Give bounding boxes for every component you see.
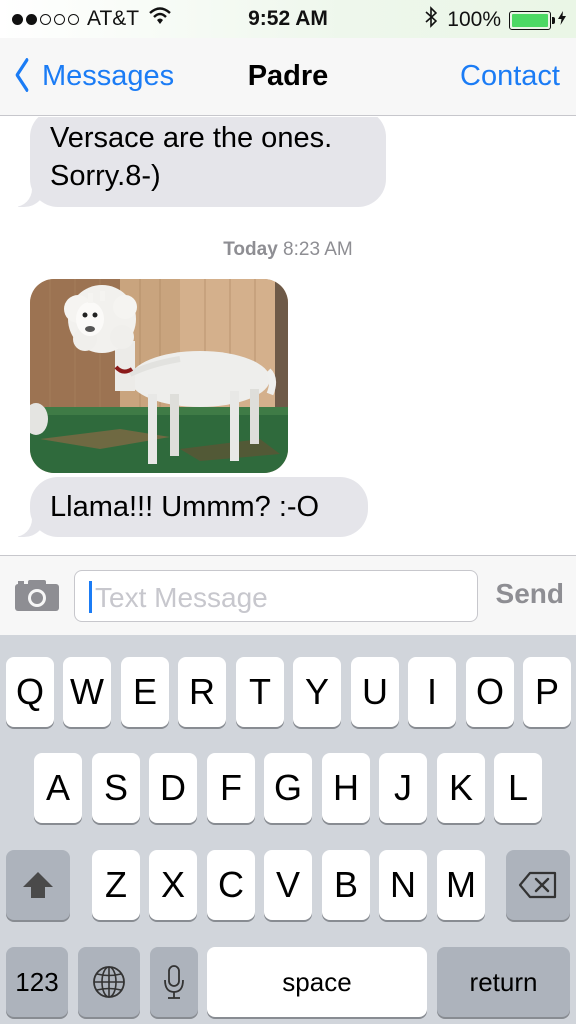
charging-icon: [558, 10, 566, 30]
shift-icon: [23, 872, 53, 898]
key-z[interactable]: Z: [92, 850, 140, 920]
message-input[interactable]: Text Message: [74, 570, 478, 622]
status-right: 100%: [425, 6, 566, 34]
battery-percent: 100%: [447, 8, 501, 31]
keyboard: Q W E R T Y U I O P A S D F G H J K L Z …: [0, 635, 576, 1024]
key-a[interactable]: A: [34, 753, 82, 823]
key-w[interactable]: W: [63, 657, 111, 727]
timestamp-day: Today: [223, 239, 278, 260]
incoming-message-bubble[interactable]: Llama!!! Ummm? :-O: [30, 477, 368, 537]
battery-icon: [509, 10, 555, 30]
image-attachment[interactable]: [30, 279, 288, 473]
key-p[interactable]: P: [523, 657, 571, 727]
contact-button[interactable]: Contact: [460, 60, 560, 93]
delete-key[interactable]: [506, 850, 570, 920]
message-timestamp: Today 8:23 AM: [0, 239, 576, 261]
numbers-key[interactable]: 123: [6, 947, 68, 1017]
key-b[interactable]: B: [322, 850, 370, 920]
globe-key[interactable]: [78, 947, 140, 1017]
camera-button[interactable]: [14, 578, 60, 612]
key-q[interactable]: Q: [6, 657, 54, 727]
chevron-left-icon: [15, 58, 29, 94]
space-key[interactable]: space: [207, 947, 427, 1017]
timestamp-time: 8:23 AM: [283, 239, 353, 260]
message-text-line: Versace are the ones.: [50, 122, 333, 154]
dictation-key[interactable]: [150, 947, 198, 1017]
back-label: Messages: [42, 59, 175, 92]
key-x[interactable]: X: [149, 850, 197, 920]
return-key[interactable]: return: [437, 947, 570, 1017]
bluetooth-icon: [425, 6, 438, 34]
key-h[interactable]: H: [322, 753, 370, 823]
key-n[interactable]: N: [379, 850, 427, 920]
key-i[interactable]: I: [408, 657, 456, 727]
backspace-icon: [518, 871, 557, 899]
key-r[interactable]: R: [178, 657, 226, 727]
back-button[interactable]: Messages: [12, 58, 174, 94]
key-u[interactable]: U: [351, 657, 399, 727]
message-input-placeholder: Text Message: [95, 582, 268, 613]
key-m[interactable]: M: [437, 850, 485, 920]
llama-photo: [30, 279, 288, 473]
message-text-line: Sorry.8-): [50, 160, 161, 192]
shift-key[interactable]: [6, 850, 70, 920]
key-s[interactable]: S: [92, 753, 140, 823]
send-button[interactable]: Send: [496, 578, 564, 610]
globe-icon: [93, 966, 125, 998]
key-t[interactable]: T: [236, 657, 284, 727]
key-d[interactable]: D: [149, 753, 197, 823]
incoming-message-bubble[interactable]: Versace are the ones. Sorry.8-): [30, 117, 386, 207]
key-f[interactable]: F: [207, 753, 255, 823]
key-g[interactable]: G: [264, 753, 312, 823]
key-e[interactable]: E: [121, 657, 169, 727]
key-l[interactable]: L: [494, 753, 542, 823]
key-k[interactable]: K: [437, 753, 485, 823]
message-composer: Text Message Send: [0, 555, 576, 635]
microphone-icon: [164, 965, 184, 999]
status-bar: AT&T 9:52 AM 100%: [0, 0, 576, 38]
camera-icon: [15, 580, 59, 611]
key-v[interactable]: V: [264, 850, 312, 920]
text-cursor: [89, 581, 92, 613]
message-thread[interactable]: Versace are the ones. Sorry.8-) Today 8:…: [0, 117, 576, 555]
nav-bar: Messages Padre Contact: [0, 38, 576, 116]
key-j[interactable]: J: [379, 753, 427, 823]
key-o[interactable]: O: [466, 657, 514, 727]
message-text: Llama!!! Ummm? :-O: [50, 491, 320, 523]
key-y[interactable]: Y: [293, 657, 341, 727]
key-c[interactable]: C: [207, 850, 255, 920]
